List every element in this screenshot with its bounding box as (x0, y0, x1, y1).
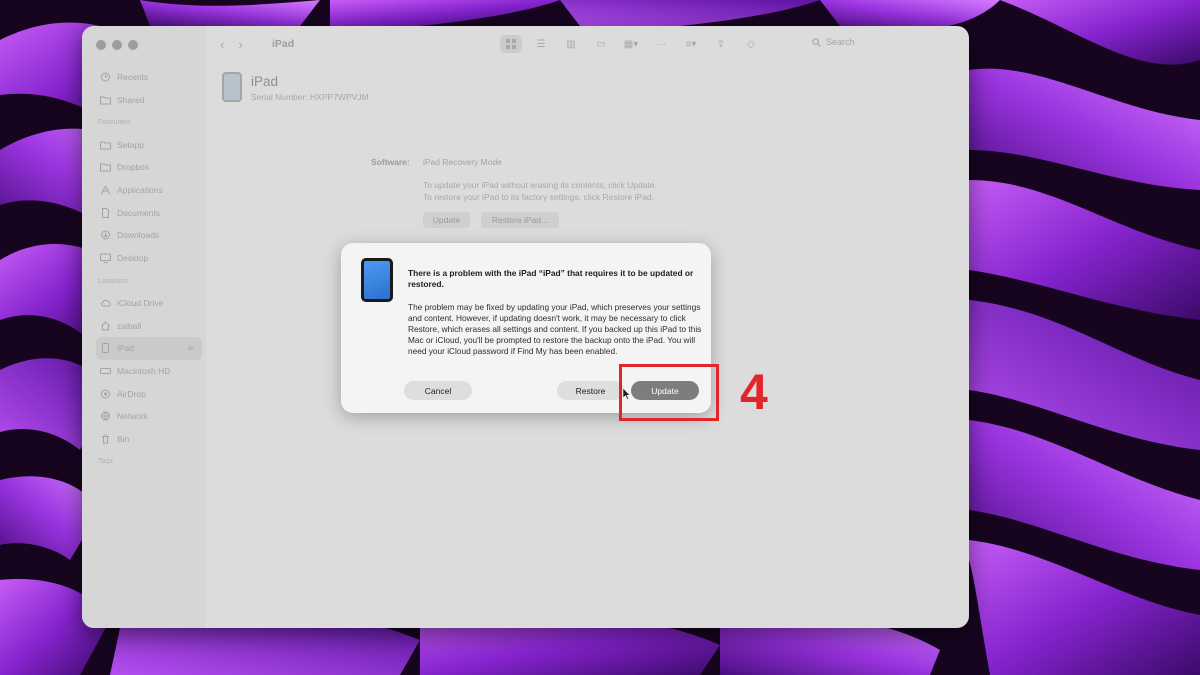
clock-icon (100, 72, 111, 82)
sidebar-item-desktop[interactable]: Desktop (96, 247, 202, 270)
sidebar-item-dropbox[interactable]: Dropbox (96, 156, 202, 179)
sync-icon[interactable]: ◌ (190, 299, 194, 306)
ipad-icon (100, 343, 111, 354)
restore-ipad-button[interactable]: Restore iPad... (481, 212, 559, 228)
cancel-button[interactable]: Cancel (404, 381, 472, 400)
cloud-icon (100, 298, 111, 308)
update-instruction: To update your iPad without erasing its … (423, 180, 657, 190)
home-icon (100, 320, 111, 331)
sidebar-list: Recents Shared Favourites Setapp Dropbox Appl… (96, 66, 202, 472)
sidebar-item-documents[interactable]: Documents (96, 201, 202, 224)
search-field[interactable]: Search (812, 37, 855, 47)
network-icon (100, 411, 111, 421)
shared-folder-icon (100, 95, 111, 105)
column-view-icon[interactable]: ▥ (560, 35, 582, 53)
sidebar-item-label: Downloads (117, 230, 160, 241)
sidebar-item-shared[interactable]: Shared (96, 89, 202, 112)
toolbar: ‹ › iPad ☰ ▥ ▭ ▦▾ ··· ≡▾ ⇪ ◇ Search (206, 26, 969, 64)
tag-icon[interactable]: ◇ (740, 35, 762, 53)
document-icon (100, 207, 111, 218)
window-controls (96, 40, 138, 50)
minimize-window-button[interactable] (112, 40, 122, 50)
desktop-icon (100, 253, 111, 264)
airdrop-icon (100, 389, 111, 399)
sidebar-item-label: Setapp (117, 139, 144, 150)
sidebar-item-setapp[interactable]: Setapp (96, 133, 202, 156)
gallery-view-icon[interactable]: ▭ (590, 35, 612, 53)
sidebar-item-label: Macintosh HD (117, 365, 171, 376)
icon-view-icon[interactable] (500, 35, 522, 53)
sidebar-item-label: Network (117, 411, 149, 422)
trash-icon (100, 434, 111, 444)
folder-icon (100, 140, 111, 150)
search-placeholder: Search (826, 37, 855, 47)
sidebar-item-label: iPad (117, 343, 135, 354)
device-name: iPad (251, 74, 279, 89)
sidebar-item-macintosh-hd[interactable]: Macintosh HD (96, 360, 202, 383)
download-icon (100, 230, 111, 240)
restore-button[interactable]: Restore (557, 381, 624, 400)
ipad-icon (222, 72, 242, 102)
share-icon[interactable]: ⇪ (710, 35, 732, 53)
eject-icon[interactable]: ⏏ (187, 344, 194, 352)
list-view-icon[interactable]: ☰ (530, 35, 552, 53)
close-window-button[interactable] (96, 40, 106, 50)
sidebar-item-label: iCloud Drive (117, 297, 164, 308)
dialog-message: The problem may be fixed by updating you… (408, 302, 702, 356)
sidebar-item-label: Dropbox (117, 162, 150, 173)
sidebar-item-icloud-drive[interactable]: iCloud Drive ◌ (96, 292, 202, 315)
sidebar-item-label: AirDrop (117, 388, 146, 399)
sidebar-section-heading: Tags (98, 458, 113, 466)
sidebar-item-applications[interactable]: Applications (96, 179, 202, 202)
device-serial: Serial Number: HXPP7WPVJM (251, 92, 369, 102)
sidebar-item-label: Documents (117, 207, 160, 218)
view-controls: ☰ ▥ ▭ ▦▾ ··· ≡▾ ⇪ ◇ (500, 35, 762, 53)
software-update-button[interactable]: Update (423, 212, 470, 228)
sidebar-item-downloads[interactable]: Downloads (96, 224, 202, 247)
sidebar-item-label: zaiball (117, 320, 142, 331)
back-icon[interactable]: ‹ (220, 37, 224, 52)
zoom-window-button[interactable] (128, 40, 138, 50)
sidebar: Recents Shared Favourites Setapp Dropbox Appl… (82, 26, 206, 628)
sidebar-item-label: Desktop (117, 253, 149, 264)
navigation-buttons: ‹ › (220, 37, 243, 52)
sort-icon[interactable]: ≡▾ (680, 35, 702, 53)
more-icon[interactable]: ··· (650, 35, 672, 53)
search-icon (812, 37, 821, 47)
software-label: Software: (371, 157, 410, 167)
dialog-title: There is a problem with the iPad “iPad” … (408, 268, 694, 289)
sidebar-section-heading: Favourites (98, 119, 131, 127)
step-number: 4 (740, 364, 768, 420)
forward-icon[interactable]: › (238, 37, 242, 52)
sidebar-item-label: Recents (117, 72, 149, 83)
sidebar-item-bin[interactable]: Bin (96, 428, 202, 451)
sidebar-item-network[interactable]: Network (96, 405, 202, 428)
sidebar-item-label: Applications (117, 185, 163, 196)
software-value: iPad Recovery Mode (423, 157, 502, 167)
sidebar-item-ipad[interactable]: iPad ⏏ (96, 336, 202, 360)
applications-icon (100, 185, 111, 195)
group-icon[interactable]: ▦▾ (620, 35, 642, 53)
window-title: iPad (272, 38, 295, 50)
ipad-icon (361, 258, 393, 302)
sidebar-item-recents[interactable]: Recents (96, 66, 202, 89)
sidebar-item-label: Bin (117, 433, 130, 444)
sidebar-item-airdrop[interactable]: AirDrop (96, 382, 202, 405)
highlight-box (619, 364, 719, 421)
restore-instruction: To restore your iPad to its factory sett… (423, 192, 655, 202)
sidebar-section-heading: Locations (98, 277, 128, 285)
sidebar-item-label: Shared (117, 95, 145, 106)
disk-icon (100, 366, 111, 376)
folder-icon (100, 162, 111, 172)
sidebar-item-zaiball[interactable]: zaiball (96, 314, 202, 337)
